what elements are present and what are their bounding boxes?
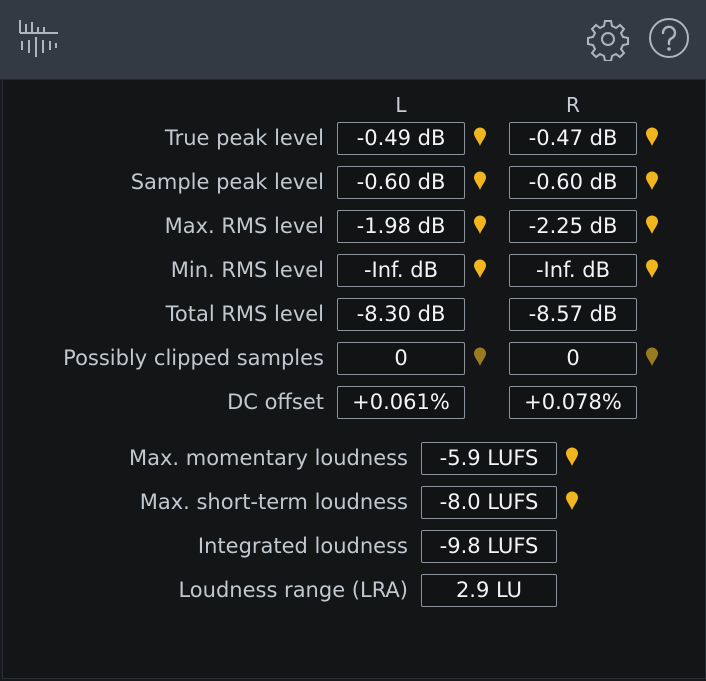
loudness-label: Max. short-term loudness	[139, 490, 408, 514]
location-pin-icon[interactable]	[565, 447, 579, 467]
loudness-label: Integrated loudness	[197, 534, 408, 558]
location-pin-icon[interactable]	[565, 491, 579, 511]
stat-value-right: -0.47 dB	[509, 122, 637, 155]
location-pin-icon[interactable]	[473, 347, 487, 367]
stat-value-right: -0.60 dB	[509, 166, 637, 199]
stat-label: Sample peak level	[130, 170, 324, 194]
location-pin-icon[interactable]	[473, 259, 487, 279]
stat-label: Total RMS level	[165, 302, 324, 326]
loudness-value: -9.8 LUFS	[421, 530, 557, 563]
location-pin-icon[interactable]	[473, 127, 487, 147]
loudness-value: 2.9 LU	[421, 574, 557, 607]
stat-label: DC offset	[227, 390, 324, 414]
stat-value-left: -1.98 dB	[337, 210, 465, 243]
stat-label: True peak level	[164, 126, 324, 150]
loudness-value: -5.9 LUFS	[421, 442, 557, 475]
meter-icon	[19, 20, 58, 57]
stat-label: Max. RMS level	[164, 214, 324, 238]
stat-value-right: 0	[509, 342, 637, 375]
location-pin-icon[interactable]	[645, 259, 659, 279]
stat-value-right: -Inf. dB	[509, 254, 637, 287]
location-pin-icon[interactable]	[645, 127, 659, 147]
help-icon[interactable]	[648, 17, 690, 59]
stat-label: Possibly clipped samples	[63, 346, 324, 370]
location-pin-icon[interactable]	[645, 215, 659, 235]
stat-value-left: +0.061%	[337, 386, 465, 419]
loudness-value: -8.0 LUFS	[421, 486, 557, 519]
stat-value-left: -8.30 dB	[337, 298, 465, 331]
stat-value-left: -0.60 dB	[337, 166, 465, 199]
loudness-label: Loudness range (LRA)	[178, 578, 408, 602]
location-pin-icon[interactable]	[645, 347, 659, 367]
location-pin-icon[interactable]	[473, 215, 487, 235]
header-bar	[0, 0, 706, 80]
loudness-label: Max. momentary loudness	[128, 446, 408, 470]
column-header-left: L	[395, 93, 407, 117]
stat-value-left: 0	[337, 342, 465, 375]
stat-value-left: -0.49 dB	[337, 122, 465, 155]
stat-value-left: -Inf. dB	[337, 254, 465, 287]
gear-icon[interactable]	[586, 17, 630, 61]
stat-label: Min. RMS level	[170, 258, 324, 282]
location-pin-icon[interactable]	[645, 171, 659, 191]
stat-value-right: -8.57 dB	[509, 298, 637, 331]
stat-value-right: -2.25 dB	[509, 210, 637, 243]
column-header-right: R	[566, 93, 580, 117]
location-pin-icon[interactable]	[473, 171, 487, 191]
stat-value-right: +0.078%	[509, 386, 637, 419]
